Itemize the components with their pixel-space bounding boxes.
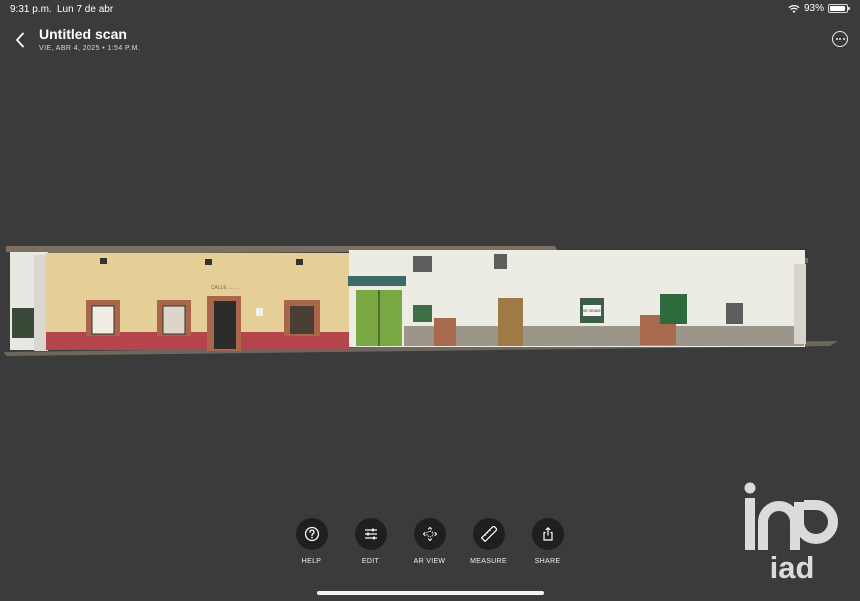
wifi-icon [788, 4, 800, 13]
more-dot [835, 38, 838, 40]
status-bar: 9:31 p.m. Lun 7 de abr 93% [0, 0, 860, 18]
battery-fill [830, 6, 845, 11]
meter-box [256, 308, 263, 316]
yellow-house-door [214, 301, 236, 349]
yellow-house-window-glass [290, 306, 314, 334]
for-sale-sign: SE VENDE [583, 309, 601, 313]
wooden-door [498, 298, 523, 346]
left-pillar [34, 255, 48, 351]
scan-date: VIE, ABR 4, 2025 • 1:54 P.M. [39, 45, 141, 52]
left-window [12, 308, 34, 338]
brick-patch [434, 318, 456, 346]
iad-watermark: iad [744, 482, 838, 585]
measure-label: MEASURE [470, 558, 507, 565]
right-edge [794, 264, 806, 344]
ar-view-button[interactable]: AR VIEW [413, 518, 446, 565]
ar-cube-icon [422, 526, 437, 542]
ruler-icon [480, 526, 497, 542]
tool-circle [472, 518, 505, 550]
share-label: SHARE [534, 558, 561, 565]
tool-circle [413, 518, 446, 550]
more-dot [839, 38, 841, 40]
yellow-house-window-glass [91, 305, 115, 335]
green-shutter [660, 294, 687, 324]
vent [205, 259, 212, 265]
tool-circle [354, 518, 387, 550]
status-time: 9:31 p.m. [10, 4, 52, 15]
home-indicator[interactable] [317, 591, 544, 595]
tool-circle [295, 518, 328, 550]
share-button[interactable]: SHARE [531, 518, 564, 565]
bottom-toolbar: HELP EDIT AR VIEW MEASURE SHARE [295, 518, 564, 565]
edit-label: EDIT [361, 558, 380, 565]
street-sign: CALLE .... ... [211, 285, 239, 291]
help-button[interactable]: HELP [295, 518, 328, 565]
help-label: HELP [301, 558, 322, 565]
share-icon [542, 526, 553, 541]
svg-text:iad: iad [770, 550, 815, 585]
edit-button[interactable]: EDIT [354, 518, 387, 565]
status-right: 93% [788, 3, 850, 14]
status-date: Lun 7 de abr [57, 4, 114, 15]
tool-circle [531, 518, 564, 550]
battery-icon [828, 4, 850, 13]
chevron-left-icon [16, 32, 24, 48]
white-house-plinth [404, 326, 804, 346]
question-circle-icon [304, 526, 319, 542]
back-button[interactable] [10, 30, 30, 50]
scan-model[interactable]: CALLE .... ... SE VENDE [0, 240, 860, 360]
page-title: Untitled scan [39, 26, 127, 42]
more-dot [842, 38, 845, 40]
window-small [413, 256, 432, 272]
vent [100, 258, 107, 264]
ar-view-label: AR VIEW [413, 558, 446, 565]
header: Untitled scan VIE, ABR 4, 2025 • 1:54 P.… [0, 20, 860, 60]
more-button[interactable] [832, 31, 848, 47]
sliders-icon [364, 528, 377, 540]
window-green [413, 305, 432, 322]
battery-percent: 93% [803, 3, 824, 14]
vent [494, 254, 507, 269]
window-small [726, 303, 743, 324]
yellow-house-window-glass [162, 305, 186, 335]
vent [296, 259, 303, 265]
garage-awning [348, 276, 406, 286]
measure-button[interactable]: MEASURE [470, 518, 507, 565]
